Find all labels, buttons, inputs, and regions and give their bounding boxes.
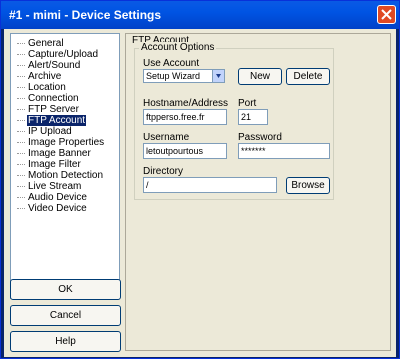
use-account-label: Use Account [143,58,200,69]
new-account-button[interactable]: New [238,68,282,85]
tree-item-general[interactable]: General [15,38,65,49]
tree-item-ftp-server[interactable]: FTP Server [15,104,80,115]
window-title: #1 - mimi - Device Settings [9,8,162,22]
tree-item-ip-upload[interactable]: IP Upload [15,126,73,137]
cancel-button[interactable]: Cancel [10,305,121,326]
password-field[interactable]: ******* [238,143,330,159]
dialog-client: General Capture/Upload Alert/Sound Archi… [4,29,396,357]
tree-item-live-stream[interactable]: Live Stream [15,181,82,192]
ok-button[interactable]: OK [10,279,121,300]
close-icon [381,9,392,20]
port-label: Port [238,98,257,109]
tree-item-connection[interactable]: Connection [15,93,80,104]
tree-item-image-properties[interactable]: Image Properties [15,137,105,148]
device-settings-window: #1 - mimi - Device Settings General Capt… [0,0,400,359]
settings-tree[interactable]: General Capture/Upload Alert/Sound Archi… [10,33,120,299]
tree-item-location[interactable]: Location [15,82,67,93]
username-label: Username [143,132,190,143]
use-account-select[interactable]: Setup Wizard [143,69,225,83]
tree-item-alert-sound[interactable]: Alert/Sound [15,60,81,71]
close-button[interactable] [377,5,396,24]
tree-item-image-filter[interactable]: Image Filter [15,159,82,170]
delete-account-button[interactable]: Delete [286,68,330,85]
use-account-value: Setup Wizard [146,71,201,81]
help-button[interactable]: Help [10,331,121,352]
tree-item-image-banner[interactable]: Image Banner [15,148,92,159]
title-bar[interactable]: #1 - mimi - Device Settings [1,1,399,29]
tree-item-ftp-account[interactable]: FTP Account [15,115,87,126]
directory-field[interactable]: / [143,177,277,193]
port-field[interactable]: 21 [238,109,268,125]
password-label: Password [238,132,282,143]
ftp-account-panel: FTP Account Account Options Use Account … [125,33,391,351]
directory-label: Directory [143,166,184,177]
tree-item-video-device[interactable]: Video Device [15,203,88,214]
account-options-group: Account Options Use Account Setup Wizard… [134,42,334,200]
tree-item-motion-detection[interactable]: Motion Detection [15,170,104,181]
tree-item-audio-device[interactable]: Audio Device [15,192,88,203]
chevron-down-icon[interactable] [212,70,224,82]
tree-item-capture-upload[interactable]: Capture/Upload [15,49,99,60]
username-field[interactable]: letoutpourtous [143,143,227,159]
group-title: Account Options [139,42,217,53]
tree-item-archive[interactable]: Archive [15,71,62,82]
hostname-field[interactable]: ftpperso.free.fr [143,109,227,125]
browse-button[interactable]: Browse [286,177,330,194]
hostname-label: Hostname/Address [143,98,229,109]
